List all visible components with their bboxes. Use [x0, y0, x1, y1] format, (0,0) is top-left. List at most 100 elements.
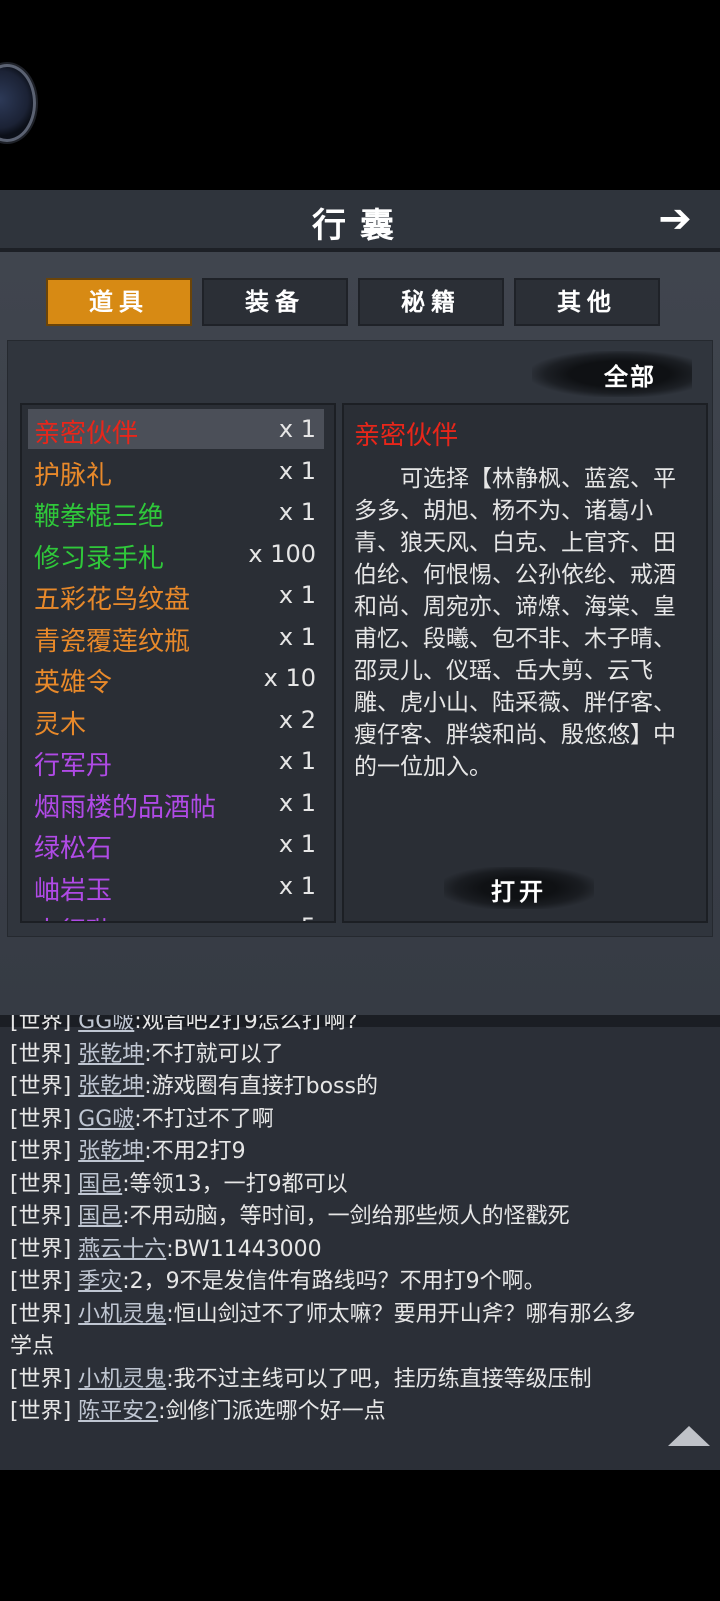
list-item[interactable]: 英雄令 x 10	[28, 658, 324, 698]
list-item[interactable]: 五彩花鸟纹盘 x 1	[28, 575, 324, 615]
chat-text: :等领13，一打9都可以	[122, 1171, 348, 1197]
chat-message: [世界] GG啵:不打过不了啊	[10, 1101, 710, 1133]
tab-equipment[interactable]: 装备	[202, 278, 348, 326]
list-item[interactable]: 亲密伙伴 x 1	[28, 409, 324, 449]
chat-channel: [世界]	[10, 1074, 79, 1099]
open-button[interactable]: 打开	[444, 867, 594, 909]
item-quantity: x 1	[278, 581, 316, 609]
tab-manuals[interactable]: 秘籍	[358, 278, 504, 326]
item-name: 修习录手札	[34, 543, 165, 574]
chat-username[interactable]: GG啵	[78, 1015, 134, 1034]
item-list[interactable]: 亲密伙伴 x 1 护脉礼 x 1 鞭拳棍三绝 x 1 修习录手札 x 100 五彩花鸟纹盘 x 1…	[20, 403, 336, 923]
chat-message: [世界] 小机灵鬼:我不过主线可以了吧，挂历练直接等级压制	[10, 1361, 710, 1393]
list-item[interactable]: 护脉礼 x 1	[28, 451, 324, 491]
item-name: 行军丹	[34, 751, 113, 781]
chat-message: [世界] GG啵:观音吧2打9怎么打啊?	[10, 1015, 710, 1035]
chat-username[interactable]: 张乾坤	[78, 1042, 144, 1067]
chat-message: [世界] 陈平安2:剑修门派选哪个好一点	[10, 1393, 710, 1425]
list-item[interactable]: 修习录手札 x 100	[28, 534, 324, 574]
item-quantity: x 1	[278, 830, 316, 858]
tab-items[interactable]: 道具	[46, 278, 192, 326]
bottom-black-area	[0, 1470, 720, 1601]
chat-message: [世界] 张乾坤:不打就可以了	[10, 1036, 710, 1068]
item-name: 烟雨楼的品酒帖	[34, 792, 217, 823]
chat-text: :我不过主线可以了吧，挂历练直接等级压制	[166, 1366, 592, 1392]
chat-channel: [世界]	[10, 1015, 79, 1034]
item-quantity: x 5	[279, 913, 316, 921]
chat-message: [世界] 张乾坤:游戏圈有直接打boss的	[10, 1068, 710, 1100]
item-name: 护脉礼	[34, 460, 113, 491]
arrow-right-icon[interactable]: ➔	[644, 196, 706, 242]
item-quantity: x 1	[278, 622, 316, 651]
chat-text: 学点	[10, 1334, 55, 1359]
chat-text: :不用动脑，等时间，一剑给那些烦人的怪戳死	[122, 1204, 570, 1229]
list-item[interactable]: 行军丹 x 1	[28, 741, 324, 781]
item-quantity: x 1	[278, 415, 316, 443]
chat-username[interactable]: 季灾	[78, 1269, 122, 1294]
item-name: 灵木	[34, 709, 87, 740]
chat-username[interactable]: 小机灵鬼	[78, 1367, 166, 1392]
item-name: 岫岩玉	[34, 875, 113, 906]
chat-text: :恒山剑过不了师太嘛？要用开山斧？哪有那么多	[166, 1301, 636, 1327]
content-box: 全部 亲密伙伴 x 1 护脉礼 x 1 鞭拳棍三绝 x 1 修习录手札 x 100 五彩花鸟纹盘…	[7, 340, 713, 937]
chat-message: 学点	[10, 1328, 710, 1360]
page-title: 行囊	[312, 206, 408, 246]
top-black-area	[0, 0, 720, 190]
list-item[interactable]: 青瓷覆莲纹瓶 x 1	[28, 617, 324, 657]
filter-label: 全部	[604, 363, 656, 391]
list-item[interactable]: 绿松石 x 1	[28, 824, 324, 864]
item-name: 绿松石	[34, 834, 113, 864]
item-name: 英雄令	[34, 668, 113, 698]
chat-channel: [世界]	[10, 1171, 79, 1197]
list-item[interactable]: 鞭拳棍三绝 x 1	[28, 492, 324, 532]
list-item[interactable]: 太行玭 x 5	[28, 907, 324, 921]
chat-text: :BW11443000	[166, 1236, 322, 1262]
item-detail: 亲密伙伴 可选择【林静枫、蓝瓷、平多多、胡旭、杨不为、诸葛小青、狼天风、白克、上…	[342, 403, 708, 923]
chat-channel: [世界]	[10, 1139, 79, 1164]
chat-text: :不用2打9	[144, 1139, 246, 1164]
item-quantity: x 1	[278, 498, 316, 526]
item-quantity: x 10	[263, 664, 316, 692]
chat-channel: [世界]	[10, 1269, 79, 1294]
chat-username[interactable]: 国邑	[78, 1204, 122, 1229]
chat-username[interactable]: 张乾坤	[78, 1139, 144, 1164]
chat-username[interactable]: 小机灵鬼	[78, 1302, 166, 1327]
chat-username[interactable]: 陈平安2	[78, 1399, 158, 1424]
open-button-label: 打开	[491, 878, 547, 906]
chat-message: [世界] 国邑:等领13，一打9都可以	[10, 1166, 710, 1198]
chat-text: :2，9不是发信件有路线吗？不用打9个啊。	[122, 1269, 546, 1294]
chat-message: [世界] 燕云十六:BW11443000	[10, 1231, 710, 1263]
chat-username[interactable]: 国邑	[78, 1172, 122, 1197]
chat-username[interactable]: 燕云十六	[78, 1237, 166, 1262]
list-item[interactable]: 烟雨楼的品酒帖 x 1	[28, 783, 324, 823]
title-bar: 行囊 ➔	[0, 190, 720, 252]
item-quantity: x 1	[278, 788, 316, 817]
triangle-up-icon[interactable]	[668, 1426, 710, 1446]
chat-username[interactable]: GG啵	[78, 1107, 134, 1132]
item-name: 五彩花鸟纹盘	[34, 585, 191, 615]
detail-title: 亲密伙伴	[354, 421, 459, 451]
chat-text: :不打就可以了	[144, 1041, 284, 1067]
chat-message: [世界] 小机灵鬼:恒山剑过不了师太嘛？要用开山斧？哪有那么多	[10, 1296, 710, 1328]
item-quantity: x 1	[278, 747, 316, 775]
item-name: 青瓷覆莲纹瓶	[34, 626, 191, 657]
item-name: 鞭拳棍三绝	[34, 502, 165, 532]
chat-message: [世界] 国邑:不用动脑，等时间，一剑给那些烦人的怪戳死	[10, 1198, 710, 1230]
chat-username[interactable]: 张乾坤	[78, 1074, 144, 1099]
chat-channel: [世界]	[10, 1041, 79, 1067]
inventory-panel: 行囊 ➔ 道具 装备 秘籍 其他 全部 亲密伙伴 x 1 护脉礼 x 1 鞭拳棍三绝 x …	[0, 190, 720, 1015]
detail-description: 可选择【林静枫、蓝瓷、平多多、胡旭、杨不为、诸葛小青、狼天风、白克、上官齐、田伯…	[354, 466, 676, 780]
list-item[interactable]: 岫岩玉 x 1	[28, 866, 324, 906]
list-item[interactable]: 灵木 x 2	[28, 700, 324, 740]
chat-channel: [世界]	[10, 1301, 79, 1327]
item-quantity: x 2	[278, 705, 316, 734]
chat-channel: [世界]	[10, 1366, 79, 1392]
tab-other[interactable]: 其他	[514, 278, 660, 326]
chat-text: :观音吧2打9怎么打啊?	[134, 1015, 358, 1034]
chat-text: :不打过不了啊	[134, 1106, 274, 1132]
chat-channel: [世界]	[10, 1204, 79, 1229]
chat-panel[interactable]: [世界] GG啵:观音吧2打9怎么打啊? [世界] 张乾坤:不打就可以了 [世界] …	[0, 1015, 720, 1470]
chat-message: [世界] 季灾:2，9不是发信件有路线吗？不用打9个啊。	[10, 1263, 710, 1295]
category-tabs: 道具 装备 秘籍 其他	[46, 278, 676, 326]
chat-text: :剑修门派选哪个好一点	[158, 1399, 386, 1424]
